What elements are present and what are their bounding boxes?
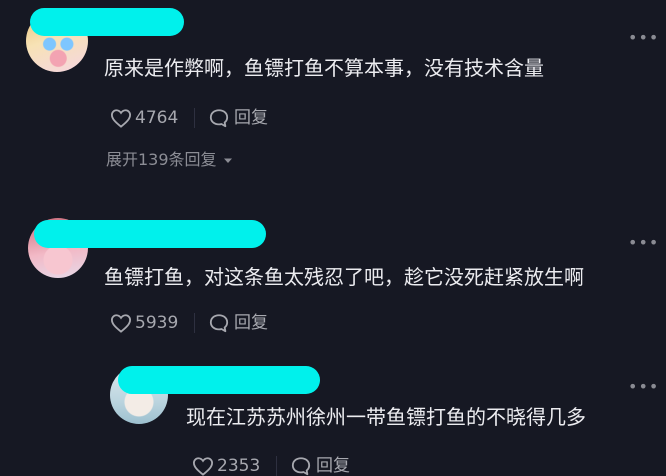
heart-outline-icon — [192, 456, 214, 476]
reply-button[interactable]: 回复 — [290, 456, 350, 476]
reply-button[interactable]: 回复 — [208, 108, 268, 128]
divider — [194, 108, 195, 128]
like-button[interactable]: 2353 — [192, 456, 260, 476]
reply-label: 回复 — [234, 313, 268, 333]
more-options-icon[interactable]: ••• — [628, 30, 659, 46]
reply-label: 回复 — [316, 456, 350, 476]
more-options-icon[interactable]: ••• — [628, 235, 659, 251]
speech-bubble-icon — [290, 456, 312, 476]
divider — [276, 456, 277, 476]
reply-button[interactable]: 回复 — [208, 313, 268, 333]
comment-text: 鱼镖打鱼，对这条鱼太残忍了吧，趁它没死赶紧放生啊 — [104, 265, 584, 289]
speech-bubble-icon — [208, 313, 230, 333]
more-options-icon[interactable]: ••• — [628, 379, 659, 395]
like-count: 5939 — [135, 313, 179, 333]
reply-text: 现在江苏苏州徐州一带鱼镖打鱼的不晓得几多 — [186, 405, 586, 429]
like-button[interactable]: 4764 — [110, 108, 178, 128]
divider — [194, 313, 195, 333]
expand-replies-button[interactable]: 展开139条回复 — [106, 150, 233, 170]
heart-outline-icon — [110, 108, 132, 128]
redacted-username — [30, 8, 184, 36]
reply-label: 回复 — [234, 108, 268, 128]
redacted-username — [118, 366, 320, 394]
comment-text: 原来是作弊啊，鱼镖打鱼不算本事，没有技术含量 — [104, 56, 544, 80]
heart-outline-icon — [110, 313, 132, 333]
like-button[interactable]: 5939 — [110, 313, 178, 333]
like-count: 2353 — [217, 456, 261, 476]
speech-bubble-icon — [208, 108, 230, 128]
expand-replies-label: 展开139条回复 — [106, 150, 217, 169]
chevron-down-icon — [223, 150, 233, 170]
like-count: 4764 — [135, 108, 179, 128]
redacted-username — [34, 220, 266, 248]
